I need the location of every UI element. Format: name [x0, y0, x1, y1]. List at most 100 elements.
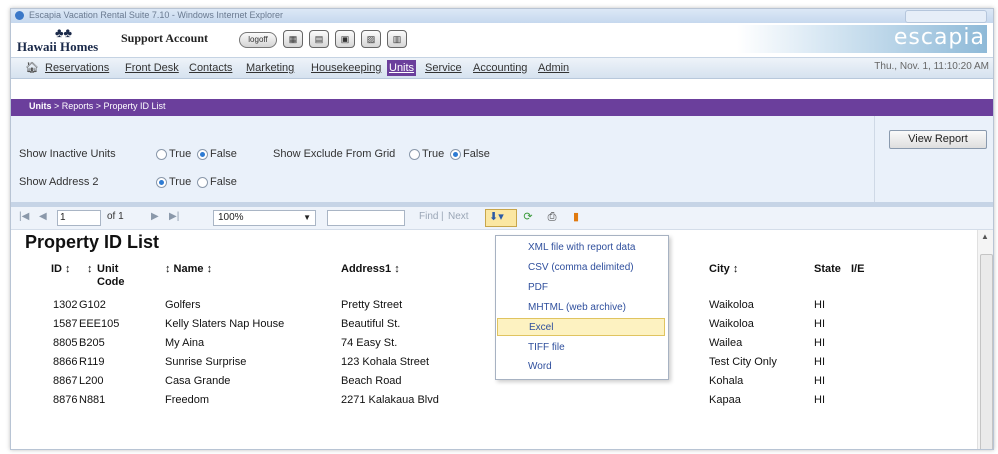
table-row-address: Beach Road [341, 375, 402, 387]
table-row-state: HI [814, 299, 825, 311]
last-page-icon[interactable]: ▶| [169, 211, 179, 222]
column-header-unit-code[interactable]: Unit [97, 263, 118, 275]
column-header-unit-code-2: Code [97, 276, 125, 288]
refresh-icon[interactable]: ⟳ [521, 210, 535, 224]
export-excel-option[interactable]: Excel [497, 318, 665, 336]
scroll-up-icon[interactable]: ▲ [981, 232, 989, 241]
column-header-address1[interactable]: Address1 ↕ [341, 263, 400, 275]
report-toolbar: |◀ ◀ 1 of 1 ▶ ▶| 100% ▼ Find | Next ⬇▾ ⟳… [11, 207, 993, 230]
column-header-id[interactable]: ID ↕ [51, 263, 71, 275]
table-row-unit: G102 [79, 299, 106, 311]
table-row-state: HI [814, 337, 825, 349]
window-title: Escapia Vacation Rental Suite 7.10 - Win… [29, 10, 283, 20]
window-icon[interactable]: ▣ [335, 30, 355, 48]
inactive-false-radio[interactable] [197, 149, 208, 160]
find-link[interactable]: Find [419, 211, 438, 222]
table-row-id: 1302 [53, 299, 78, 311]
export-button[interactable]: ⬇▾ [485, 209, 517, 227]
logo-text: Hawaii Homes [17, 39, 99, 54]
main-nav: 🏠︎ Reservations Front Desk Contacts Mark… [11, 57, 993, 79]
export-csv-option[interactable]: CSV (comma delimited) [497, 259, 665, 277]
table-row-name: My Aina [165, 337, 205, 349]
vertical-scrollbar[interactable]: ▲ [977, 230, 993, 449]
account-name: Support Account [121, 31, 209, 45]
window-controls[interactable] [905, 10, 987, 23]
table-row-city: Test City Only [709, 356, 777, 368]
title-bar: Escapia Vacation Rental Suite 7.10 - Win… [11, 9, 993, 23]
export-menu: XML file with report data CSV (comma del… [495, 235, 669, 380]
table-row-city: Wailea [709, 337, 743, 349]
address2-true-radio[interactable] [156, 177, 167, 188]
table-row-state: HI [814, 394, 825, 406]
breadcrumb-root[interactable]: Units [29, 101, 52, 111]
nav-contacts[interactable]: Contacts [189, 60, 232, 76]
table-row-city: Kapaa [709, 394, 741, 406]
ie-icon [15, 11, 24, 20]
nav-reservations[interactable]: Reservations [45, 60, 109, 76]
first-page-icon[interactable]: |◀ [19, 211, 29, 222]
address2-true-label: True [169, 176, 192, 188]
palm-tree-icon: ♣♣ [55, 25, 73, 40]
exclude-true-label: True [422, 148, 445, 160]
nav-front-desk[interactable]: Front Desk [125, 60, 179, 76]
nav-service[interactable]: Service [425, 60, 462, 76]
address2-false-radio[interactable] [197, 177, 208, 188]
view-report-button[interactable]: View Report [889, 130, 987, 149]
table-row-unit: B205 [79, 337, 105, 349]
column-header-name[interactable]: ↕ Name ↕ [165, 263, 212, 275]
report-title: Property ID List [25, 232, 160, 252]
nav-marketing[interactable]: Marketing [246, 60, 294, 76]
inactive-units-label: Show Inactive Units [19, 148, 116, 160]
calculator-icon[interactable]: ▦ [283, 30, 303, 48]
table-row-name: Sunrise Surprise [165, 356, 247, 368]
column-header-city[interactable]: City ↕ [709, 263, 738, 275]
page-count: of 1 [107, 211, 124, 222]
previous-page-icon[interactable]: ◀ [39, 211, 47, 222]
zoom-select[interactable]: 100% ▼ [213, 210, 316, 226]
table-row-city: Waikoloa [709, 299, 754, 311]
current-datetime: Thu., Nov. 1, 11:10:20 AM [874, 61, 989, 72]
table-row-address: 74 Easy St. [341, 337, 398, 349]
nav-housekeeping[interactable]: Housekeeping [311, 60, 381, 76]
inactive-true-radio[interactable] [156, 149, 167, 160]
find-input[interactable] [327, 210, 405, 226]
page-number-input[interactable]: 1 [57, 210, 101, 226]
nav-admin[interactable]: Admin [538, 60, 569, 76]
exclude-true-radio[interactable] [409, 149, 420, 160]
logoff-button[interactable]: logoff [239, 32, 277, 48]
export-word-option[interactable]: Word [497, 358, 665, 376]
image-icon[interactable]: ▨ [361, 30, 381, 48]
print-layout-icon[interactable]: ▮ [569, 210, 583, 224]
nav-accounting[interactable]: Accounting [473, 60, 527, 76]
table-row-name: Freedom [165, 394, 210, 406]
export-tiff-option[interactable]: TIFF file [497, 339, 665, 357]
export-pdf-option[interactable]: PDF [497, 279, 665, 297]
table-row-id: 1587 [53, 318, 78, 330]
next-page-icon[interactable]: ▶ [151, 211, 159, 222]
table-row-state: HI [814, 356, 825, 368]
export-mhtml-option[interactable]: MHTML (web archive) [497, 299, 665, 317]
address2-label: Show Address 2 [19, 176, 99, 188]
table-row-name: Casa Grande [165, 375, 231, 387]
id-card-icon[interactable]: ▥ [387, 30, 407, 48]
nav-units[interactable]: Units [387, 60, 417, 76]
table-row-state: HI [814, 318, 825, 330]
exclude-grid-label: Show Exclude From Grid [273, 148, 396, 160]
document-icon[interactable]: ▤ [309, 30, 329, 48]
brand-logo: escapia [893, 25, 985, 50]
params-divider [874, 116, 875, 202]
exclude-false-radio[interactable] [450, 149, 461, 160]
table-row-id: 8866 [53, 356, 78, 368]
inactive-true-label: True [169, 148, 192, 160]
column-header-unit-sort[interactable]: ↕ [87, 263, 93, 275]
export-xml-option[interactable]: XML file with report data [497, 239, 665, 257]
find-separator: | [441, 211, 444, 222]
scrollbar-thumb[interactable] [980, 254, 993, 449]
table-row-address: Beautiful St. [341, 318, 401, 330]
table-row-id: 8867 [53, 375, 78, 387]
find-next-link[interactable]: Next [448, 211, 469, 222]
print-icon[interactable]: ⎙ [545, 210, 559, 224]
table-row-address: Pretty Street [341, 299, 403, 311]
chevron-down-icon: ▼ [303, 213, 311, 222]
home-icon[interactable]: 🏠︎ [25, 61, 39, 74]
